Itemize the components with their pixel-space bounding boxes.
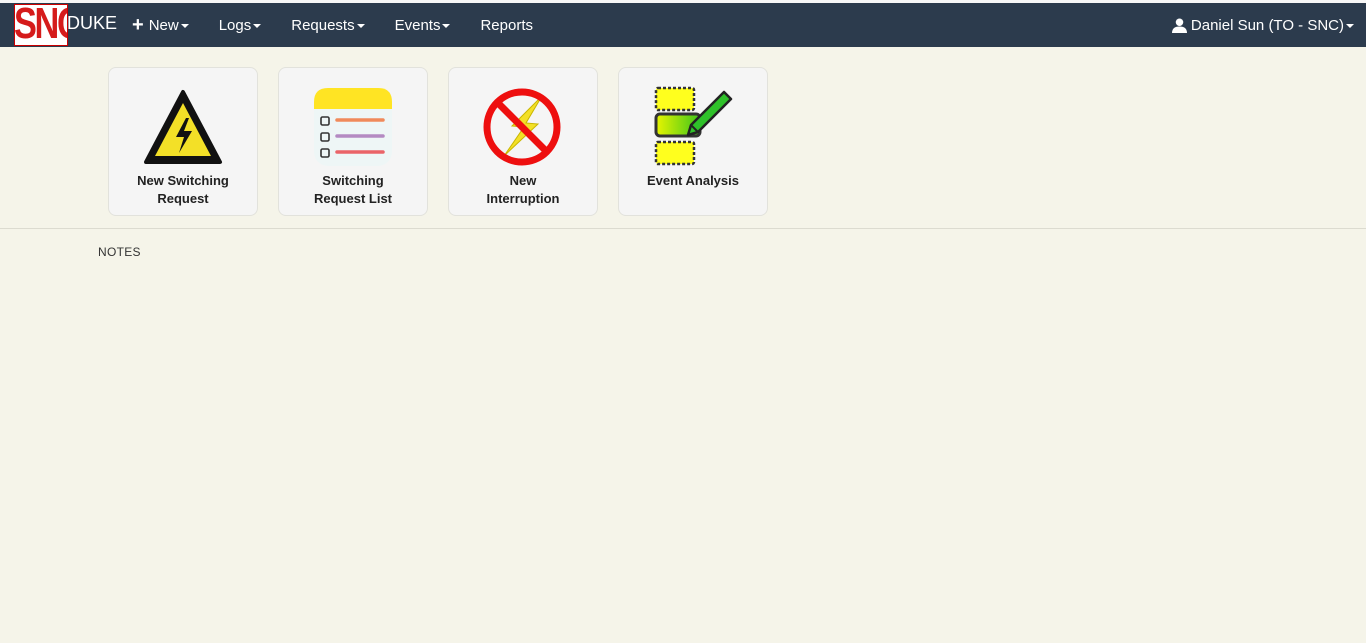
tile-new-switching-request[interactable]: New Switching Request	[108, 67, 258, 216]
nav-requests-label: Requests	[291, 16, 355, 34]
tile-label-line1: Switching	[322, 173, 384, 188]
tile-label-line2: Request List	[313, 191, 392, 206]
nav-new-label: New	[148, 16, 179, 34]
nav-menu: + New Logs Requests Events Reports	[126, 3, 548, 47]
nav-logs-label: Logs	[218, 16, 252, 34]
navbar: SNC DUKE + New Logs Requests Events Repo…	[0, 3, 1366, 47]
tile-label-line2: Interruption	[486, 191, 560, 206]
brand-logo[interactable]: SNC DUKE	[14, 3, 126, 47]
caret-down-icon	[442, 24, 451, 28]
nav-requests[interactable]: Requests	[276, 3, 379, 47]
tile-label-line1: New	[509, 173, 537, 188]
nav-reports-label: Reports	[480, 16, 533, 34]
tile-switching-request-list[interactable]: Switching Request List	[278, 67, 428, 216]
tile-event-analysis[interactable]: Event Analysis	[618, 67, 768, 216]
caret-down-icon	[356, 24, 365, 28]
plus-icon: +	[132, 13, 144, 36]
nav-new[interactable]: + New	[126, 3, 204, 47]
nav-logs[interactable]: Logs	[204, 3, 277, 47]
brand-name: DUKE	[67, 13, 118, 33]
user-name: Daniel Sun (TO - SNC)	[1190, 16, 1344, 34]
nav-events-label: Events	[394, 16, 441, 34]
nav-events[interactable]: Events	[380, 3, 466, 47]
user-menu[interactable]: Daniel Sun (TO - SNC)	[1171, 3, 1354, 47]
high-voltage-warning-icon	[142, 86, 224, 168]
nav-reports[interactable]: Reports	[465, 3, 548, 47]
user-icon	[1171, 17, 1187, 33]
tile-new-interruption[interactable]: New Interruption	[448, 67, 598, 216]
tile-label-line1: Event Analysis	[646, 173, 739, 188]
snc-logo: SNC	[14, 4, 68, 46]
no-power-icon	[482, 86, 564, 168]
caret-down-icon	[1346, 24, 1354, 28]
logo-text: SNC	[14, 4, 67, 46]
caret-down-icon	[253, 24, 262, 28]
edit-document-icon	[652, 86, 734, 168]
notes-heading: NOTES	[98, 245, 141, 259]
tile-label-line1: New Switching	[137, 173, 229, 188]
checklist-notepad-icon	[312, 86, 394, 168]
tile-label-line2: Request	[157, 191, 209, 206]
tile-grid: New Switching Request Switching Request …	[108, 67, 768, 216]
section-divider	[0, 228, 1366, 229]
caret-down-icon	[180, 24, 189, 28]
